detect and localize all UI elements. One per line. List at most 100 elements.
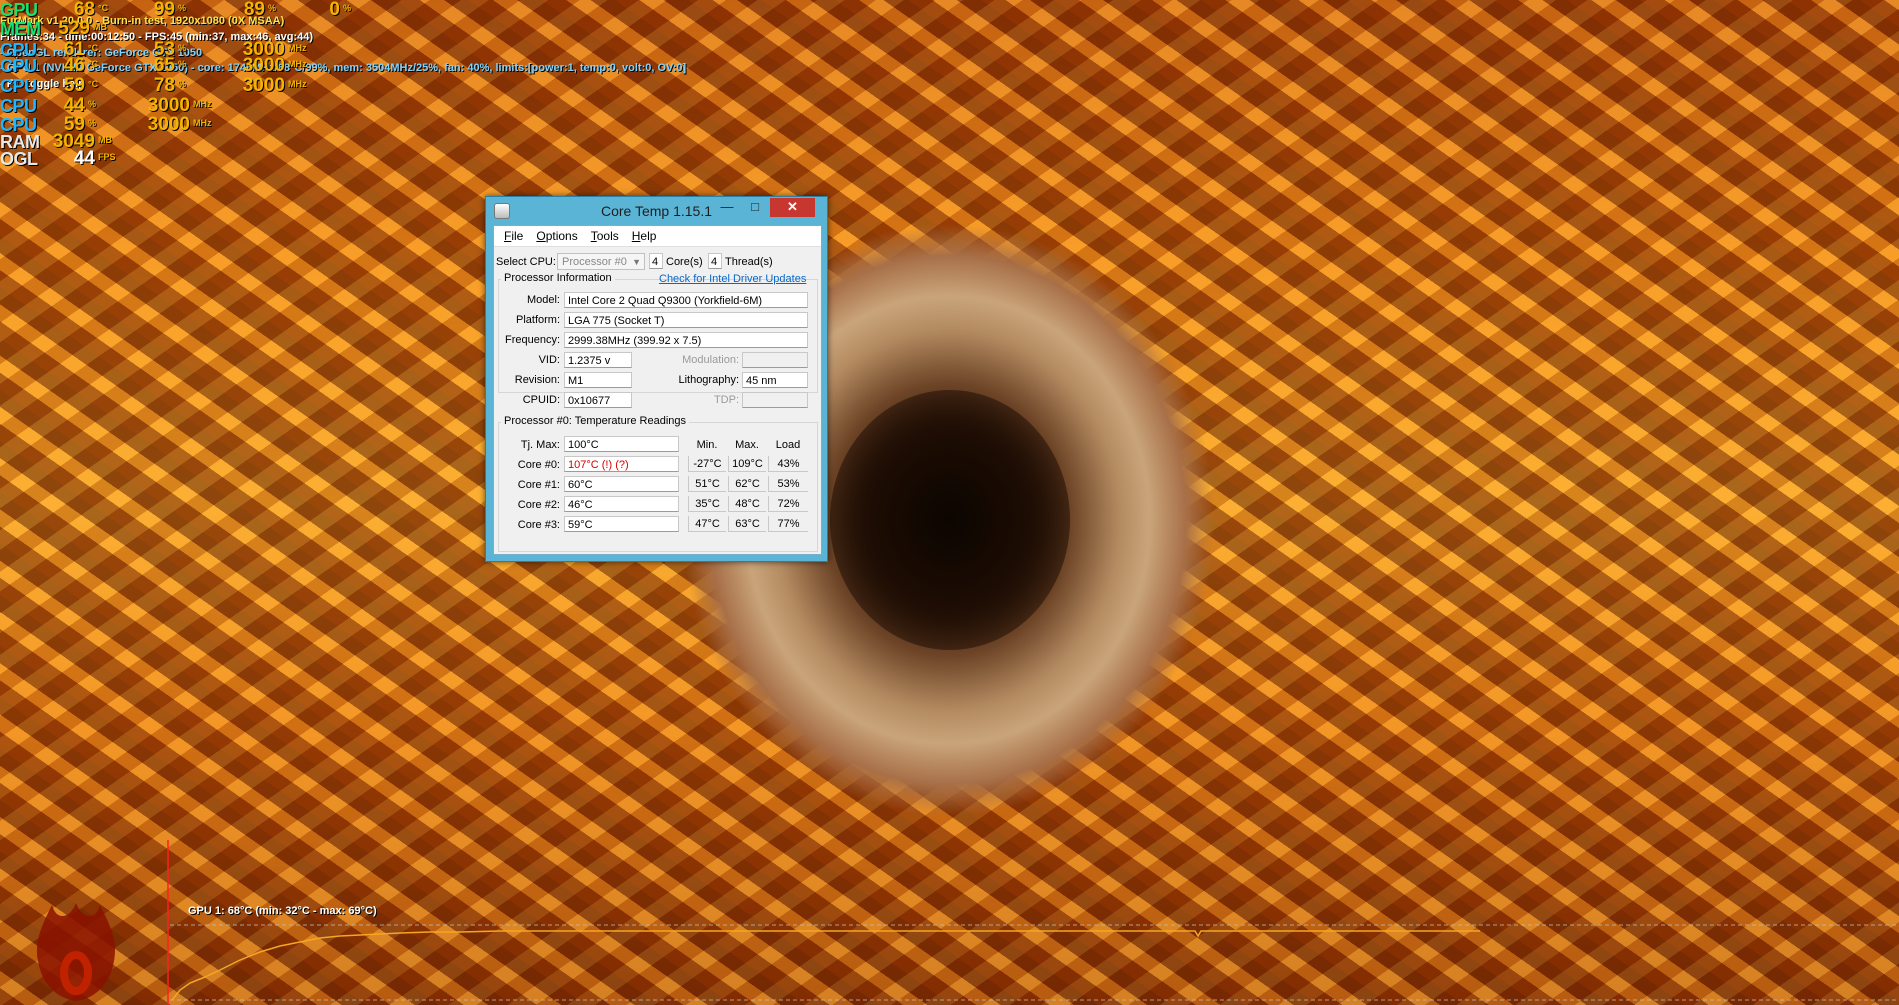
core-max-value: 48°C [728,496,766,512]
fur-donut-center [830,390,1070,650]
revision-field: M1 [564,372,632,388]
core-load-value: 77% [768,516,808,532]
menu-options[interactable]: Options [536,229,577,243]
osd-value: 78 [153,75,175,96]
col-min-header: Min. [696,439,718,451]
osd-unit: MHz [288,43,307,53]
osd-value: 44 [73,148,95,169]
osd-unit: °C [88,43,99,53]
processor-info-title: Processor Information [501,272,615,284]
osd-value: 3000 [242,75,285,96]
core-load-value: 53% [768,476,808,492]
core-temp-value: 59°C [564,516,679,532]
osd-value-group: 0% [300,0,351,21]
osd-unit: % [178,59,187,69]
osd-value-group: 44 FPS [40,148,116,170]
menu-file[interactable]: File [504,229,523,243]
osd-value-group: 78% [130,75,186,97]
osd-value-group: 46 °C [40,55,98,77]
osd-row-ogl: OGL 44 FPS [0,148,116,170]
lithography-label: Lithography: [678,374,739,386]
osd-row-gpu: GPU 68 °C 99% 89% 0% [0,0,351,21]
osd-value: 3000 [147,114,190,135]
lithography-field: 45 nm [742,372,808,388]
menu-bar: File Options Tools Help [494,226,821,247]
gpu-temperature-graph [167,840,1899,1005]
coretemp-titlebar[interactable]: Core Temp 1.15.1 — □ ✕ [486,197,827,223]
osd-unit: % [178,3,187,13]
close-button[interactable]: ✕ [770,198,815,217]
osd-unit: °C [98,3,109,13]
osd-value-group: 3000 MHz [130,114,212,136]
core-label: Core #3: [517,519,560,531]
cpu-select-dropdown[interactable]: Processor #0 ▼ [557,253,645,270]
minimize-button[interactable]: — [714,198,740,217]
osd-row-cpu2: CPU 59 °C 78% 3000 MHz [0,75,307,97]
osd-unit: MHz [288,59,307,69]
osd-label: MEM [0,19,41,39]
threads-count: 4 [708,253,722,269]
modulation-field [742,352,808,368]
osd-value-group: 89% [225,0,276,21]
cores-count: 4 [649,253,663,269]
tdp-label: TDP: [713,394,739,406]
osd-unit: FPS [98,152,116,162]
core-min-value: 51°C [688,476,726,492]
coretemp-window[interactable]: Core Temp 1.15.1 — □ ✕ File Options Tool… [485,196,828,562]
osd-label: OGL [0,149,38,169]
vid-field: 1.2375 v [564,352,632,368]
core-min-value: -27°C [688,456,726,472]
osd-value-group: 3000 MHz [225,75,307,97]
osd-unit: % [88,118,97,128]
core-min-value: 47°C [688,516,726,532]
menu-tools[interactable]: Tools [591,229,619,243]
osd-value-group: 65% [130,55,186,77]
osd-value: 59 [63,75,85,96]
osd-unit: % [343,3,352,13]
tjmax-field: 100°C [564,436,679,452]
tjmax-label: Tj. Max: [520,439,560,451]
col-load-header: Load [775,439,801,451]
core-max-value: 109°C [728,456,766,472]
osd-value: 99 [153,0,175,20]
osd-unit: % [268,3,277,13]
osd-unit: % [88,99,97,109]
maximize-button[interactable]: □ [742,198,768,217]
osd-value-group: 99% [130,0,186,21]
coretemp-client-area: File Options Tools Help Select CPU: Proc… [493,225,822,555]
platform-label: Platform: [515,314,560,326]
core-load-value: 43% [768,456,808,472]
osd-label: GPU [0,0,38,20]
model-label: Model: [526,294,560,306]
osd-row-cpu1: CPU 46 °C 65% 3000 MHz [0,55,307,77]
osd-unit: % [178,79,187,89]
graph-title: GPU 1: 68°C (min: 32°C - max: 69°C) [188,905,377,917]
core-label: Core #1: [517,479,560,491]
threads-label: Thread(s) [725,256,773,268]
platform-field: LGA 775 (Socket T) [564,312,808,328]
gpu-temp-series-line [171,930,1480,1001]
osd-value: 529 [58,18,90,39]
chevron-down-icon: ▼ [632,257,641,267]
driver-updates-link[interactable]: Check for Intel Driver Updates [659,273,806,285]
osd-unit: % [178,43,187,53]
osd-value: 46 [63,55,85,76]
osd-unit: MHz [288,79,307,89]
core-temp-value: 107°C (!) (?) [564,456,679,472]
menu-help[interactable]: Help [632,229,657,243]
col-max-header: Max. [735,439,759,451]
core-temp-value: 60°C [564,476,679,492]
osd-value: 65 [153,55,175,76]
osd-unit: MB [93,22,107,32]
furmark-gpu-text: - GPU 1 (NVIDIA GeForce GTX 1050) - core… [0,62,687,74]
core-label: Core #0: [517,459,560,471]
osd-row-cpu3: CPU 44% 3000 MHz [0,95,212,117]
core-label: Core #2: [517,499,560,511]
core-max-value: 63°C [728,516,766,532]
cpuid-label: CPUID: [522,394,560,406]
osd-value-group: 529 MB [40,18,107,40]
osd-label: CPU [0,76,37,96]
osd-value-group: 59 °C [40,75,98,97]
frequency-label: Frequency: [504,334,560,346]
cpuid-field: 0x10677 [564,392,632,408]
